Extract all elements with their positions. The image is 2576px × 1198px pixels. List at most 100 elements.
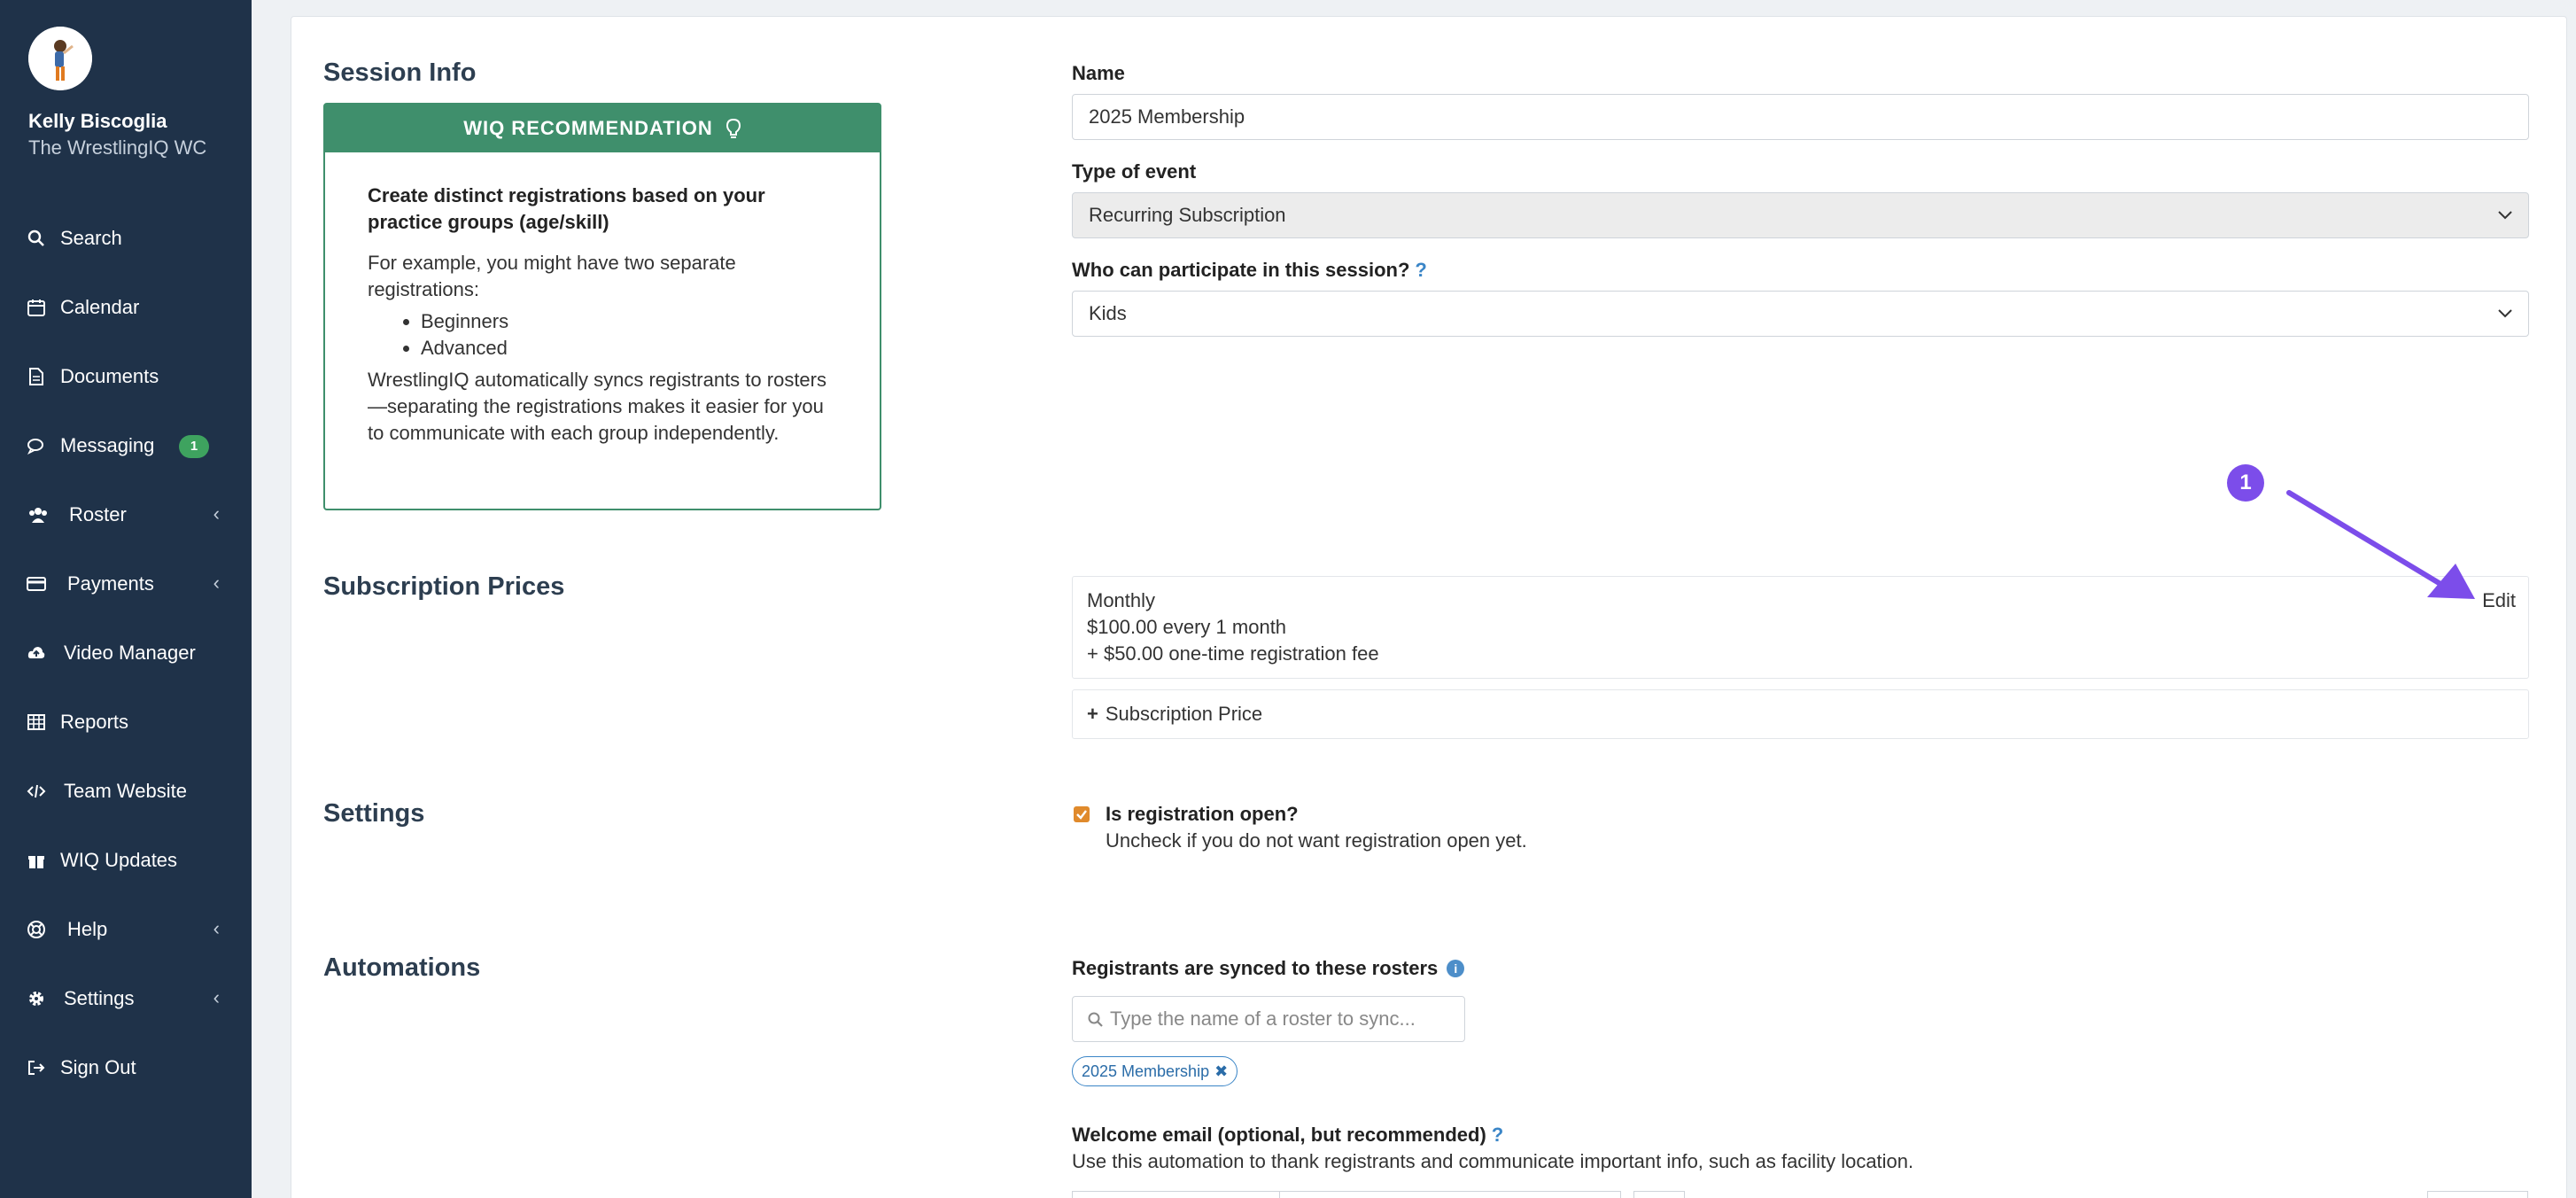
editor-toolbar-right[interactable] [2427, 1191, 2528, 1198]
lightbulb-icon [725, 118, 741, 138]
registration-open-help: Uncheck if you do not want registration … [1106, 829, 1527, 852]
name-value: 2025 Membership [1089, 105, 1245, 128]
nav-label: Calendar [60, 296, 140, 318]
nav-label: Reports [60, 711, 129, 733]
nav-help[interactable]: Help ‹ [0, 903, 252, 956]
nav-team-website[interactable]: Team Website [0, 765, 252, 818]
team-name: The WrestlingIQ WC [28, 136, 207, 159]
nav-label: Search [60, 227, 122, 249]
rosters-label: Registrants are synced to these rosters i [1072, 957, 1465, 980]
nav-label: Sign Out [60, 1056, 136, 1078]
name-label: Name [1072, 62, 1125, 84]
nav-label: Video Manager [64, 642, 196, 664]
help-icon[interactable]: ? [1415, 259, 1426, 281]
sign-out-icon [28, 1061, 45, 1075]
gear-icon [29, 992, 43, 1006]
nav-payments[interactable]: Payments ‹ [0, 557, 252, 611]
cloud-upload-icon [27, 647, 45, 658]
registration-open-checkbox[interactable] [1074, 806, 1090, 822]
roster-search-placeholder: Type the name of a roster to sync... [1110, 1007, 1416, 1030]
price-fee: + $50.00 one-time registration fee [1087, 642, 1379, 665]
annotation-arrow-icon [2286, 490, 2475, 599]
nav-reports[interactable]: Reports [0, 696, 252, 749]
price-amount: $100.00 every 1 month [1087, 616, 1287, 638]
name-input[interactable]: 2025 Membership [1072, 94, 2529, 140]
chevron-left-icon: ‹ [213, 986, 220, 1008]
section-title-settings: Settings [323, 799, 425, 828]
rosters-label-text: Registrants are synced to these rosters [1072, 957, 1439, 979]
nav-label: Documents [60, 365, 159, 387]
welcome-email-label-text: Welcome email (optional, but recommended… [1072, 1124, 1486, 1146]
event-type-select[interactable]: Recurring Subscription [1072, 192, 2529, 238]
editor-toolbar-button[interactable] [1633, 1191, 1685, 1198]
code-icon [27, 784, 46, 798]
help-icon[interactable]: ? [1492, 1124, 1503, 1146]
nav-label: WIQ Updates [60, 849, 178, 871]
participants-select[interactable]: Kids [1072, 291, 2529, 337]
document-icon [29, 368, 43, 385]
checkmark-icon [1076, 810, 1087, 820]
lifebuoy-icon [27, 921, 45, 938]
nav-label: Help [67, 918, 108, 940]
nav-wiq-updates[interactable]: WIQ Updates [0, 834, 252, 887]
recommendation-intro: For example, you might have two separate… [368, 252, 736, 300]
search-icon [27, 229, 44, 246]
editor-toolbar-group[interactable] [1279, 1191, 1621, 1198]
gift-icon [28, 856, 44, 868]
sidebar: Kelly Biscoglia The WrestlingIQ WC Searc… [0, 0, 252, 1198]
price-name: Monthly [1087, 589, 1156, 611]
user-name: Kelly Biscoglia [28, 110, 167, 132]
nav-label: Team Website [64, 780, 187, 802]
event-type-value: Recurring Subscription [1089, 204, 1286, 226]
participants-label: Who can participate in this session?? [1072, 259, 1427, 282]
nav-settings[interactable]: Settings ‹ [0, 972, 252, 1025]
participants-value: Kids [1089, 302, 1127, 324]
roster-search-input[interactable]: Type the name of a roster to sync... [1072, 996, 1465, 1042]
recommendation-list: Beginners Advanced [421, 308, 839, 362]
welcome-email-help: Use this automation to thank registrants… [1072, 1150, 1914, 1172]
remove-tag-icon[interactable]: ✖ [1214, 1062, 1228, 1081]
nav-roster[interactable]: Roster ‹ [0, 488, 252, 541]
annotation-step-badge: 1 [2227, 464, 2264, 502]
registration-open-label: Is registration open? [1106, 803, 1299, 825]
nav-label: Messaging [60, 434, 155, 456]
credit-card-icon [27, 577, 46, 591]
roster-tag: 2025 Membership ✖ [1072, 1056, 1238, 1086]
chat-icon [27, 439, 43, 455]
calendar-icon [27, 300, 45, 316]
recommendation-title: WIQ RECOMMENDATION [463, 117, 713, 139]
chevron-left-icon: ‹ [213, 572, 220, 594]
recommendation-box: WIQ RECOMMENDATION Create distinct regis… [323, 103, 881, 510]
table-icon [27, 714, 45, 730]
type-label: Type of event [1072, 160, 1197, 183]
add-subscription-price-button[interactable]: + Subscription Price [1072, 689, 2529, 739]
participants-label-text: Who can participate in this session? [1072, 259, 1410, 281]
roster-tag-label: 2025 Membership [1082, 1062, 1210, 1080]
edit-price-link[interactable]: Edit [2482, 589, 2516, 612]
recommendation-header: WIQ RECOMMENDATION [325, 105, 880, 152]
section-title-session-info: Session Info [323, 58, 477, 87]
list-item: Advanced [421, 335, 839, 362]
welcome-email-label: Welcome email (optional, but recommended… [1072, 1124, 1503, 1147]
nav-label: Settings [64, 987, 135, 1009]
chevron-left-icon: ‹ [213, 917, 220, 939]
section-title-automations: Automations [323, 953, 481, 982]
nav-sign-out[interactable]: Sign Out [0, 1041, 252, 1094]
nav-video-manager[interactable]: Video Manager [0, 626, 252, 680]
list-item: Beginners [421, 308, 839, 335]
add-price-label: Subscription Price [1105, 703, 1263, 725]
nav-messaging[interactable]: Messaging 1 [0, 419, 252, 472]
recommendation-footer: WrestlingIQ automatically syncs registra… [368, 369, 826, 444]
avatar[interactable] [28, 27, 92, 90]
chevron-down-icon [2498, 309, 2512, 318]
section-title-subscription-prices: Subscription Prices [323, 572, 565, 601]
nav-documents[interactable]: Documents [0, 350, 252, 403]
info-icon[interactable]: i [1447, 960, 1465, 977]
nav-calendar[interactable]: Calendar [0, 281, 252, 334]
search-icon [1088, 1012, 1103, 1027]
chevron-down-icon [2498, 211, 2512, 220]
nav-search[interactable]: Search [0, 212, 252, 265]
users-icon [29, 508, 47, 523]
unread-badge: 1 [179, 435, 209, 458]
chevron-left-icon: ‹ [213, 502, 220, 525]
